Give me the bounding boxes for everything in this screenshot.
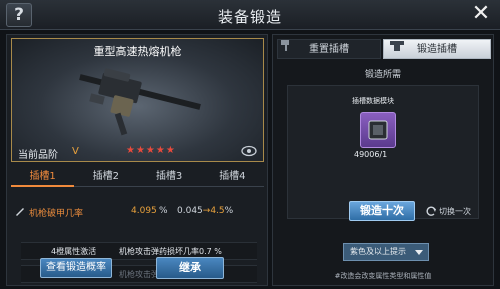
title-bar: ? 装备锻造 ✕ xyxy=(0,0,500,30)
stat-value: 4.095 xyxy=(131,206,157,216)
item-count: 49006/1 xyxy=(354,150,388,159)
weapon-name: 重型高速热熔机枪 xyxy=(93,45,182,58)
tab-slot-3[interactable]: 插槽3 xyxy=(137,167,201,187)
forge-ten-button[interactable]: 锻造十次 xyxy=(349,201,415,221)
rank-value: V xyxy=(72,146,79,157)
forge-panel: 重置插槽 锻造插槽 锻造所需 插槽数据模块 49006/1 锻造十次 切换一次 … xyxy=(272,34,494,286)
rank-label: 当前品阶 xyxy=(18,150,58,161)
item-name: 插槽数据模块 xyxy=(352,97,394,105)
refresh-icon[interactable] xyxy=(425,205,437,217)
close-button[interactable]: ✕ xyxy=(468,3,494,27)
stat-new: 4.5 xyxy=(210,206,225,216)
stat-range: 0.045→4.5% xyxy=(177,206,233,216)
requirements-label: 锻造所需 xyxy=(364,70,401,80)
stat-new-percent: % xyxy=(224,206,234,216)
weapon-panel: 重型高速热熔机枪 当前品阶 V ★★★★★ 插槽1 插槽2 插槽3 插槽4 机枪… xyxy=(6,34,268,286)
stat-row: 机枪破甲几率 4.095 % 0.045→4.5% xyxy=(15,206,260,220)
dropdown-value: 紫色及以上提示 xyxy=(350,247,406,256)
stat-base: 0.045 xyxy=(177,206,203,216)
stat-name: 机枪破甲几率 xyxy=(29,209,84,219)
footnote: #改造会改变属性类型和属性值 xyxy=(334,272,432,280)
bullet-icon xyxy=(16,208,24,216)
tab-slot-2[interactable]: 插槽2 xyxy=(74,167,138,187)
data-module-icon[interactable] xyxy=(360,112,396,148)
chevron-down-icon xyxy=(415,250,423,255)
tab-slot-4[interactable]: 插槽4 xyxy=(200,167,264,187)
tab-slot-1[interactable]: 插槽1 xyxy=(11,167,75,187)
eye-icon[interactable] xyxy=(241,145,257,157)
chip-icon xyxy=(368,120,388,140)
star-rating: ★★★★★ xyxy=(126,145,176,156)
requirements-box: 插槽数据模块 49006/1 xyxy=(287,85,479,219)
switch-once-label[interactable]: 切换一次 xyxy=(439,206,471,217)
stat-percent: % xyxy=(159,206,168,216)
view-odds-button[interactable]: 查看锻造概率 xyxy=(40,258,112,278)
slot-tabs: 插槽1 插槽2 插槽3 插槽4 xyxy=(11,167,264,187)
anvil-icon xyxy=(390,41,404,51)
hammer-icon xyxy=(281,40,289,51)
rarity-filter-dropdown[interactable]: 紫色及以上提示 xyxy=(343,243,429,261)
inherit-button[interactable]: 继承 xyxy=(156,257,224,279)
machine-gun-image xyxy=(79,68,201,136)
weapon-card: 重型高速热熔机枪 当前品阶 V ★★★★★ xyxy=(11,38,264,162)
window-title: 装备锻造 xyxy=(217,8,282,26)
